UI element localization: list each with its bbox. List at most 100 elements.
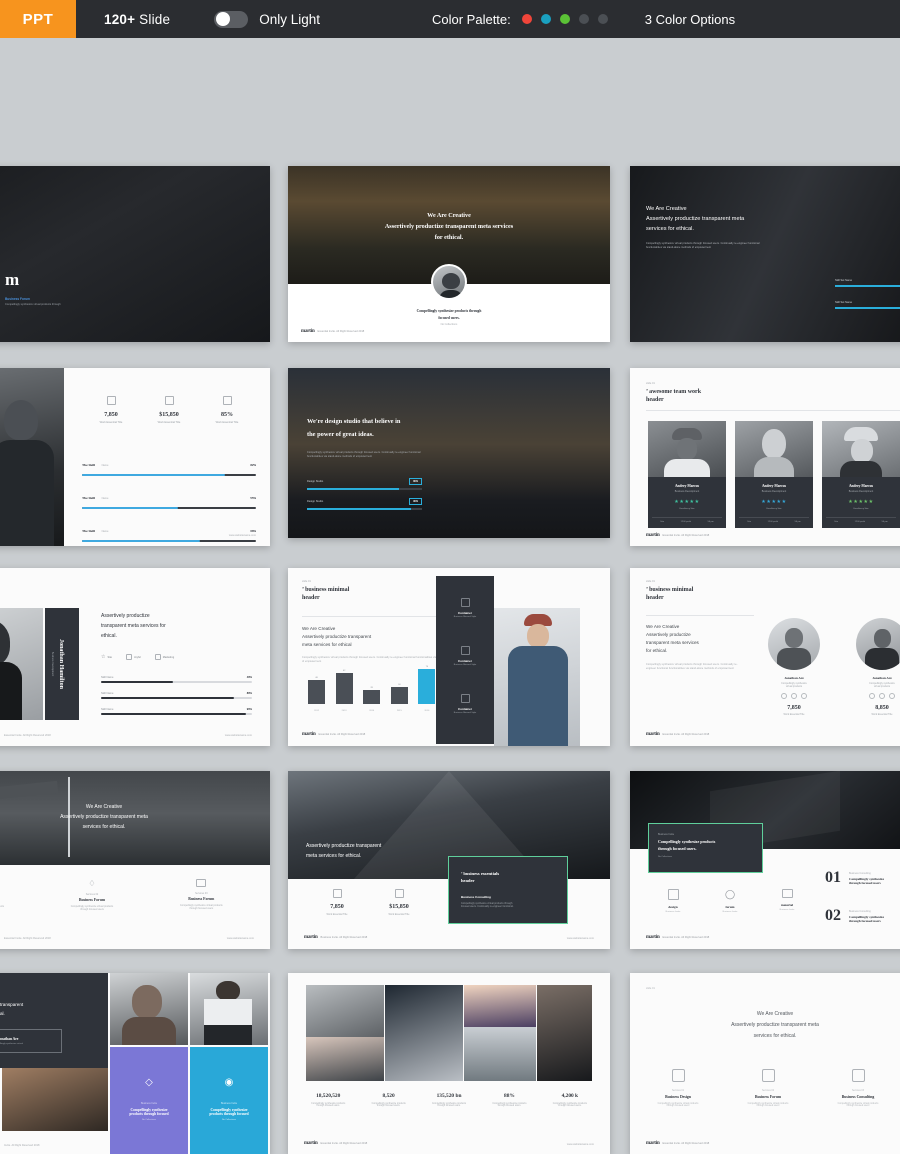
slide13-tile-1[interactable]: ◉ Business Invite Compellingly synthesiz… [190,1047,268,1154]
slide2-body-line3: No Collections [440,323,458,326]
social-icon-2[interactable] [879,693,885,699]
slide8-panel-item-2-sub: Business Minimal Style [453,712,477,714]
layers-icon: ◇ [145,1077,153,1088]
slide6-member-1[interactable]: Andrey Marcus Business Development ★★★★★… [735,421,813,528]
palette-dot-2[interactable] [540,14,551,24]
slide-thumbnail-11[interactable]: Assertively productize transparent meta … [288,771,610,949]
slide14-metric-3-value: 88% [504,1093,515,1099]
slide7-tag-0[interactable]: ☆ Site [101,654,112,660]
slide-thumbnail-4[interactable]: Jonathan Doe CEO Business Forum Iterate … [0,368,270,546]
binocular-icon: ◉ [224,1077,234,1088]
slide12-number-0-line2: through focused users [849,880,881,885]
slide15-title-line2: Assertively productize transparent meta [731,1022,819,1028]
slide9-person-0-role2: virtual products [785,685,803,688]
slide-thumbnail-5[interactable]: We're design studio that believe in the … [288,368,610,538]
slide13-tile-1-line2: products through focused [209,1112,249,1116]
social-icon-1[interactable] [781,693,787,699]
palette-dot-4[interactable] [578,14,589,24]
slide9-person-1: Jonathan Are Compellingly synthesize vir… [856,618,900,716]
slide11-card-line2: focused users. Continually re-engineer f… [461,905,514,908]
slide6-member-0[interactable]: Andrey Marcus Business Development ★★★★★… [648,421,726,528]
slide6-member-2[interactable]: Andrey Marcus Business Development ★★★★★… [822,421,900,528]
slide10-service-2-title: Business Forum [188,897,215,901]
folder-icon [781,889,793,898]
slide14-metric-2-value: 135,520 bn [436,1093,462,1099]
slide7-tag-2[interactable]: Marketing [154,654,174,660]
chat-icon: ◯ [724,889,736,899]
slide6-member-2-meta-2: 56 pm [881,521,888,523]
slide5-bar-0: Design Studio 80% [307,478,422,490]
slide-thumbnail-14[interactable]: 18,520,520 Compellingly synthesize produ… [288,973,610,1154]
slide-thumbnail-7[interactable]: Jonathan Hamilton Business Development A… [0,568,270,746]
slide11-hero-line1: Assertively productize transparent [306,843,382,849]
slide13-badge-name: Jonathan Are [0,1037,19,1041]
drop-icon: ♢ [88,879,96,888]
slide6-member-0-meta-0: Site [660,521,665,523]
slide15-footer-logo: martin [646,1141,660,1146]
slide7-skill-0-label: Skill Name [101,676,114,679]
slide8-kicker: slide 01 [302,580,311,583]
palette-dot-1[interactable] [521,14,532,24]
slide7-tag-1[interactable]: Joyful [125,654,141,660]
slide14-photo-4 [464,1027,536,1081]
slide9-person-0-name: Jonathan Are [784,676,804,680]
palette-dot-3[interactable] [559,14,570,24]
slide2-avatar [431,264,467,300]
slide2-title-line3: for ethical. [434,234,464,241]
slide2-footer-text: Essential Invite. All Right Reserved 201… [317,330,365,333]
slide9-sub-line2: Assertively productize [646,632,691,637]
slide7-skill-2-label: Skill Name [101,708,114,711]
slide6-member-1-rating: Excellency Star [766,508,782,510]
slide13-badge[interactable]: Jonathan Are Compellingly synthesize vir… [0,1029,62,1053]
slide6-member-1-role: Business Development [761,490,787,493]
slide10-title-line3: services for ethical. [82,824,126,830]
image-icon [460,694,470,703]
social-icon-3[interactable] [889,693,895,699]
only-light-toggle-group[interactable]: Only Light [214,10,320,28]
slide10-title-line2: Assertively productize transparent meta [60,814,148,820]
slide6-member-2-meta-1: 1200 profit [854,521,866,523]
slide6-member-0-meta-2: 56 pm [707,521,714,523]
social-icon-2[interactable] [791,693,797,699]
slide14-photo-0 [306,985,384,1037]
slide-thumbnail-15[interactable]: slide 01 We Are Creative Assertively pro… [630,973,900,1154]
slide4-skill-0: The Skill Name 82% [82,453,256,476]
slide12-number-0-line1: Compellingly synthesize [849,876,884,881]
slide-thumbnail-2[interactable]: We Are Creative Assertively productize t… [288,166,610,342]
slide11-essentials-card[interactable]: ’ business essentials header Business Co… [448,856,568,924]
slide4-stat-2-value: 85% [221,412,233,418]
slide11-card-title-line1: ’ business essentials [461,871,500,876]
slide4-skill-2: The Skill Name 68% [82,519,256,542]
brand-logo[interactable]: PPT [0,0,76,38]
social-icon-1[interactable] [869,693,875,699]
slide2-title-line2: Assertively productize transparent meta … [384,223,514,230]
only-light-toggle[interactable] [214,10,249,28]
slide-thumbnail-6[interactable]: slide 01 ’ awesome team work header Andr… [630,368,900,546]
slide1-caption: Compellingly synthesize virtual products… [5,303,61,306]
slide14-metric-3: 88% Compellingly synthesize products thr… [479,1093,539,1107]
bar-1-value: 62 [342,670,346,672]
slide-thumbnail-10[interactable]: We Are Creative Assertively productize t… [0,771,270,949]
slide12-card[interactable]: Business Invite Compellingly synthesize … [648,823,763,873]
social-icon-3[interactable] [801,693,807,699]
slide14-photo-1 [306,1037,384,1081]
slide13-tile-0-kicker: Business Invite [140,1102,158,1105]
slide-thumbnail-1[interactable]: m Business Forum Compellingly synthesize… [0,166,270,342]
slide-thumbnail-12[interactable]: Business Invite Compellingly synthesize … [630,771,900,949]
slide4-skill-1: The Skill Name 55% [82,486,256,509]
slide10-service-0-kicker: Services 01 [0,893,26,896]
slide4-stat-1-value: $15,850 [159,412,179,418]
color-palette-group: Color Palette: 3 Color Options [432,12,735,27]
slide-thumbnail-13[interactable]: We Are Creative Assertively productize t… [0,973,270,1154]
slide7-vertical-name: Jonathan Hamilton [58,639,64,689]
slide5-title-line1: We're design studio that believe in [307,418,401,425]
slide8-title-line1: ’ business minimal [302,587,350,593]
slide-thumbnail-8[interactable]: slide 01 ’ business minimal header We Ar… [288,568,610,746]
slide13-tile-0[interactable]: ◇ Business Invite Compellingly synthesiz… [110,1047,188,1154]
slide-thumbnail-9[interactable]: slide 01 ’ business minimal header We Ar… [630,568,900,746]
palette-dot-5[interactable] [597,14,608,24]
slide12-card-line2: through focused users. [658,846,697,851]
slide14-photo-2 [385,985,463,1081]
slide-thumbnail-3[interactable]: We Are Creative Assertively productize t… [630,166,900,342]
slide3-title-line1: We Are Creative [646,206,687,212]
